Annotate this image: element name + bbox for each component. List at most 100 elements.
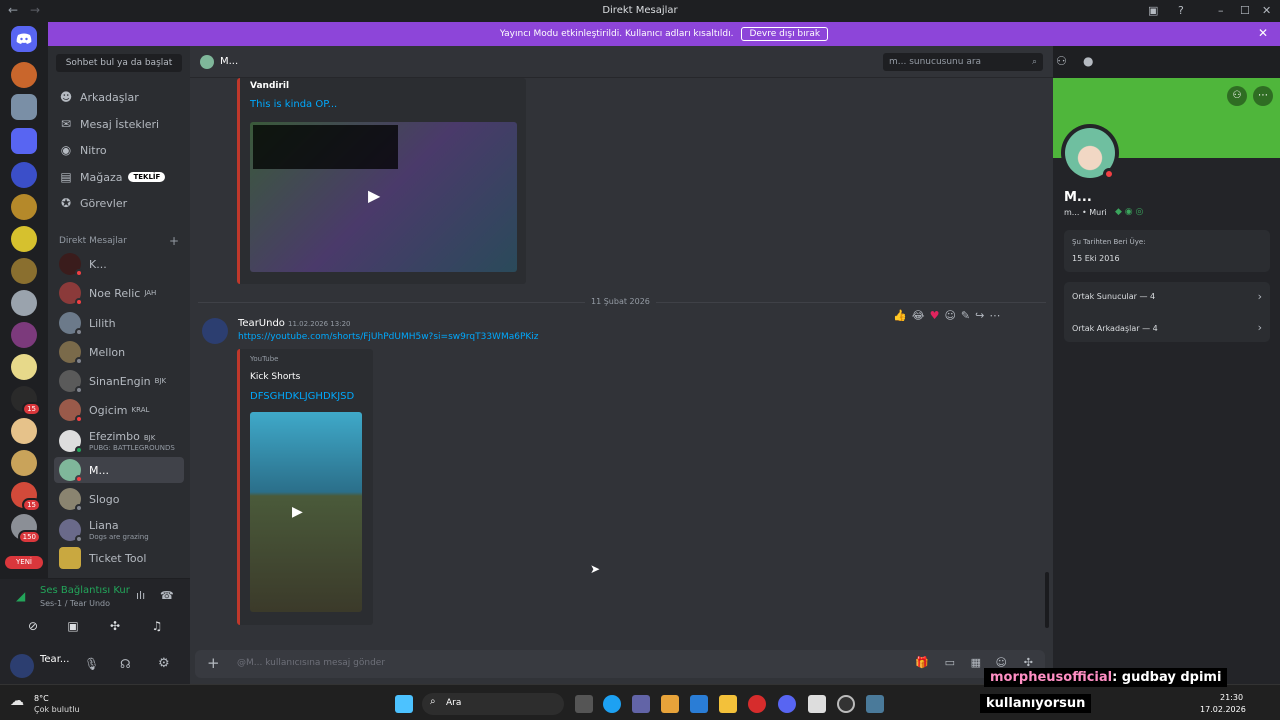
file-explorer-icon[interactable] bbox=[719, 695, 737, 713]
taskbar-search[interactable]: ⌕ Ara bbox=[422, 693, 564, 715]
server-icon[interactable] bbox=[11, 354, 37, 380]
attach-plus-icon[interactable]: + bbox=[207, 654, 220, 672]
maximize-button[interactable]: ☐ bbox=[1240, 4, 1250, 17]
heart-reaction-icon[interactable]: ♥ bbox=[930, 309, 940, 322]
dm-item[interactable]: Ticket Tool bbox=[54, 545, 184, 571]
add-reaction-icon[interactable]: ☺ bbox=[944, 309, 955, 322]
dm-item[interactable]: K... bbox=[54, 251, 184, 277]
discord-taskbar-icon[interactable] bbox=[778, 695, 796, 713]
sticker-icon[interactable]: ▦ bbox=[971, 656, 981, 669]
user-profile-icon[interactable]: ● bbox=[1083, 54, 1093, 68]
laugh-reaction-icon[interactable]: 😂 bbox=[912, 309, 925, 322]
more-options-icon[interactable]: ⋯ bbox=[989, 309, 1000, 322]
message-link[interactable]: https://youtube.com/shorts/FjUhPdUMH5w?s… bbox=[238, 332, 539, 342]
app-icon[interactable] bbox=[866, 695, 884, 713]
server-icon[interactable] bbox=[11, 62, 37, 88]
dm-item[interactable]: Noe Relic JAH bbox=[54, 280, 184, 306]
discord-home-icon[interactable] bbox=[11, 26, 37, 52]
app-icon[interactable] bbox=[837, 695, 855, 713]
add-friend-icon[interactable]: ⚇ bbox=[1227, 86, 1247, 106]
server-icon[interactable] bbox=[11, 226, 37, 252]
message-author[interactable]: TearUndo bbox=[238, 318, 285, 329]
windows-start-icon[interactable] bbox=[395, 695, 413, 713]
close-banner-icon[interactable]: ✕ bbox=[1258, 26, 1268, 40]
avatar bbox=[59, 282, 83, 306]
server-icon[interactable]: 150 bbox=[11, 514, 41, 544]
more-options-icon[interactable]: ⋯ bbox=[1253, 86, 1273, 106]
nav-shop[interactable]: ▤ Mağaza TEKLİF bbox=[54, 166, 184, 188]
microphone-icon[interactable]: 🎙 bbox=[84, 657, 99, 671]
voice-channel[interactable]: Ses-1 / Tear Undo bbox=[40, 599, 110, 608]
server-icon[interactable] bbox=[11, 258, 37, 284]
dm-item[interactable]: Liana Dogs are grazing bbox=[54, 515, 184, 545]
avatar[interactable] bbox=[10, 654, 34, 678]
soundboard-icon[interactable]: ♫ bbox=[142, 619, 172, 639]
server-icon[interactable] bbox=[11, 450, 37, 476]
server-icon[interactable] bbox=[11, 290, 37, 316]
nav-friends[interactable]: ☻ Arkadaşlar bbox=[54, 86, 184, 108]
dm-item-selected[interactable]: M... bbox=[54, 457, 184, 483]
add-friends-icon[interactable]: ⚇ bbox=[1056, 54, 1067, 68]
video-thumbnail[interactable]: ▶ bbox=[250, 122, 517, 272]
gift-icon[interactable]: 🎁 bbox=[915, 656, 929, 669]
create-dm-plus-icon[interactable]: + bbox=[169, 234, 179, 248]
inbox-icon[interactable]: ▣ bbox=[1148, 4, 1158, 17]
store-icon[interactable] bbox=[690, 695, 708, 713]
close-window-button[interactable]: ✕ bbox=[1262, 4, 1271, 17]
help-icon[interactable]: ? bbox=[1178, 4, 1184, 17]
edit-icon[interactable]: ✎ bbox=[961, 309, 970, 322]
headphones-icon[interactable]: ☊ bbox=[120, 657, 131, 671]
find-conversation-button[interactable]: Sohbet bul ya da başlat bbox=[56, 54, 182, 72]
mutual-friends-button[interactable]: Ortak Arkadaşlar — 4 › bbox=[1064, 315, 1270, 342]
dm-item[interactable]: Efezimbo BJK PUBG: BATTLEGROUNDS bbox=[54, 426, 184, 456]
profile-badges-icon[interactable]: ◆ ◉ ◎ bbox=[1115, 207, 1143, 217]
dm-item[interactable]: Slogo bbox=[54, 486, 184, 512]
embed-author[interactable]: Kick Shorts bbox=[250, 372, 300, 382]
activities-icon[interactable]: ✣ bbox=[100, 619, 130, 639]
server-icon[interactable]: 15 bbox=[11, 482, 41, 512]
task-view-icon[interactable] bbox=[575, 695, 593, 713]
settings-gear-icon[interactable]: ⚙ bbox=[158, 656, 170, 671]
dm-item[interactable]: Lilith bbox=[54, 310, 184, 336]
gif-icon[interactable]: ▭ bbox=[945, 656, 955, 669]
dm-item[interactable]: Ogicim KRAL bbox=[54, 397, 184, 423]
server-folder-icon[interactable] bbox=[11, 128, 37, 154]
camera-off-icon[interactable]: ⊘ bbox=[18, 619, 48, 639]
stream-chat-msg: : gudbay dpimi bbox=[1112, 670, 1222, 685]
avatar[interactable] bbox=[202, 318, 228, 344]
disable-streamer-mode-button[interactable]: Devre dışı bırak bbox=[741, 27, 829, 41]
opera-icon[interactable] bbox=[748, 695, 766, 713]
minimize-button[interactable]: – bbox=[1218, 4, 1224, 17]
disconnect-icon[interactable]: ☎ bbox=[160, 589, 174, 602]
nav-quests[interactable]: ✪ Görevler bbox=[54, 192, 184, 214]
edge-browser-icon[interactable] bbox=[603, 695, 621, 713]
notepad-icon[interactable] bbox=[808, 695, 826, 713]
video-thumbnail[interactable]: ▶ bbox=[250, 412, 362, 612]
server-icon[interactable]: 15 bbox=[11, 386, 41, 416]
embed-title[interactable]: This is kinda OP... bbox=[250, 99, 337, 110]
dm-item[interactable]: SinanEngin BJK bbox=[54, 368, 184, 394]
weather-cloud-icon[interactable]: ☁ bbox=[10, 693, 24, 709]
search-input[interactable]: m... sunucusunu ara ⌕ bbox=[883, 53, 1043, 71]
dm-item[interactable]: Mellon bbox=[54, 339, 184, 365]
nav-nitro[interactable]: ◉ Nitro bbox=[54, 139, 184, 161]
copilot-icon[interactable] bbox=[661, 695, 679, 713]
server-icon[interactable] bbox=[11, 194, 37, 220]
screen-share-icon[interactable]: ▣ bbox=[58, 619, 88, 639]
scrollbar[interactable] bbox=[1045, 572, 1049, 628]
voice-status[interactable]: Ses Bağlantısı Kur bbox=[40, 585, 130, 596]
forward-icon[interactable]: ↪ bbox=[975, 309, 984, 322]
message-input[interactable]: + @M... kullanıcısına mesaj gönder 🎁 ▭ ▦… bbox=[195, 650, 1045, 678]
server-icon[interactable] bbox=[11, 322, 37, 348]
server-icon[interactable] bbox=[11, 418, 37, 444]
teams-icon[interactable] bbox=[632, 695, 650, 713]
embed-title[interactable]: DFSGHDKLJGHDKJSD bbox=[250, 391, 354, 402]
mutual-servers-button[interactable]: Ortak Sunucular — 4 › bbox=[1064, 282, 1270, 312]
server-icon[interactable] bbox=[11, 162, 37, 188]
play-icon[interactable]: ▶ bbox=[292, 504, 303, 520]
nav-message-requests[interactable]: ✉ Mesaj İstekleri bbox=[54, 113, 184, 135]
server-icon[interactable] bbox=[11, 94, 37, 120]
noise-suppression-icon[interactable]: ılı bbox=[136, 589, 145, 602]
play-icon[interactable]: ▶ bbox=[368, 186, 380, 205]
thumbs-up-reaction-icon[interactable]: 👍 bbox=[893, 309, 907, 322]
